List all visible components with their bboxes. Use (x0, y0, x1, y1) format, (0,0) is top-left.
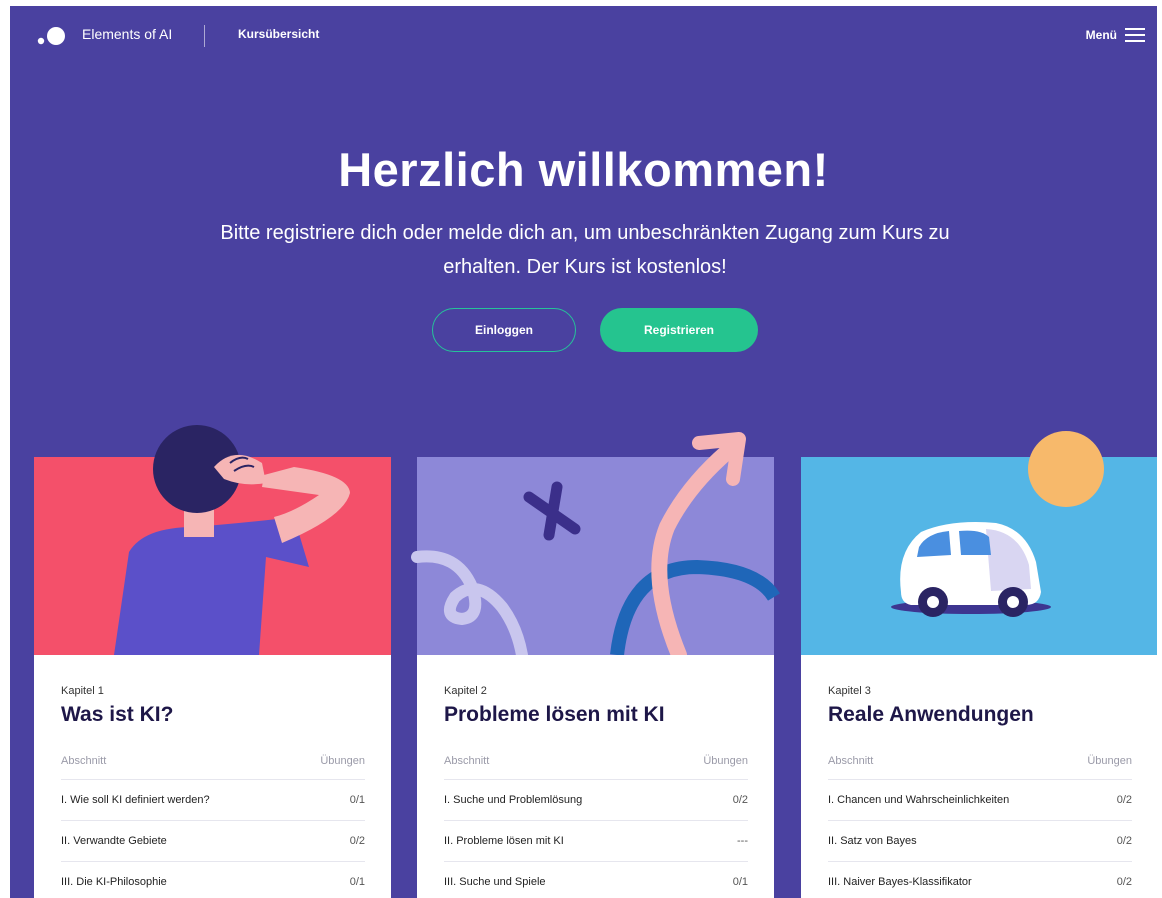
register-button[interactable]: Registrieren (600, 308, 758, 352)
chapter-1-body: Kapitel 1 Was ist KI? Abschnitt Übungen … (34, 655, 391, 898)
page: Elements of AI Kursübersicht Menü Herzli… (10, 6, 1157, 898)
exercise-count: 0/1 (349, 876, 365, 888)
section-row[interactable]: I. Suche und Problemlösung 0/2 (444, 780, 748, 821)
hero-subtitle-line-2: erhalten. Der Kurs ist kostenlos! (443, 256, 727, 278)
chapter-2-body: Kapitel 2 Probleme lösen mit KI Abschnit… (417, 655, 774, 898)
chapter-card-3[interactable]: Kapitel 3 Reale Anwendungen Abschnitt Üb… (801, 431, 1157, 898)
section-title: II. Satz von Bayes (828, 835, 917, 847)
chapter-1-table-header: Abschnitt Übungen (61, 755, 365, 780)
section-title: II. Verwandte Gebiete (61, 835, 167, 847)
login-button[interactable]: Einloggen (432, 308, 576, 352)
section-row[interactable]: I. Chancen und Wahrscheinlichkeiten 0/2 (828, 780, 1132, 821)
exercise-count: --- (737, 835, 748, 847)
chapter-3-label: Kapitel 3 (828, 685, 871, 697)
section-row[interactable]: III. Naiver Bayes-Klassifikator 0/2 (828, 862, 1132, 898)
header-divider (204, 25, 205, 47)
hero-subtitle-line-1: Bitte registriere dich oder melde dich a… (220, 222, 950, 244)
exercise-count: 0/2 (1116, 876, 1132, 888)
column-header-section: Abschnitt (61, 755, 107, 767)
section-row[interactable]: II. Satz von Bayes 0/2 (828, 821, 1132, 862)
section-row[interactable]: III. Die KI-Philosophie 0/1 (61, 862, 365, 898)
section-title: III. Naiver Bayes-Klassifikator (828, 876, 972, 888)
section-row[interactable]: II. Verwandte Gebiete 0/2 (61, 821, 365, 862)
section-row[interactable]: III. Suche und Spiele 0/1 (444, 862, 748, 898)
column-header-exercises: Übungen (1087, 755, 1132, 767)
column-header-section: Abschnitt (444, 755, 490, 767)
hamburger-icon (1125, 28, 1145, 42)
menu-label: Menü (1085, 28, 1117, 42)
chapter-card-2[interactable]: Kapitel 2 Probleme lösen mit KI Abschnit… (411, 432, 780, 898)
column-header-exercises: Übungen (703, 755, 748, 767)
chapter-2-illustration (411, 432, 780, 663)
exercise-count: 0/1 (732, 876, 748, 888)
elements-of-ai-logo-icon[interactable] (36, 25, 76, 47)
chapter-1-illustration (34, 425, 391, 655)
chapter-card-1[interactable]: Kapitel 1 Was ist KI? Abschnitt Übungen … (34, 425, 391, 898)
section-title: I. Wie soll KI definiert werden? (61, 794, 210, 806)
exercise-count: 0/2 (349, 835, 365, 847)
section-title: I. Chancen und Wahrscheinlichkeiten (828, 794, 1010, 806)
section-title: I. Suche und Problemlösung (444, 794, 583, 806)
chapter-3-illustration (801, 431, 1157, 655)
chapter-3-table-header: Abschnitt Übungen (828, 755, 1132, 780)
exercise-count: 0/2 (1116, 835, 1132, 847)
brand-name[interactable]: Elements of AI (82, 26, 172, 42)
column-header-exercises: Übungen (320, 755, 365, 767)
chapter-2-table-header: Abschnitt Übungen (444, 755, 748, 780)
chapter-1-label: Kapitel 1 (61, 685, 104, 697)
exercise-count: 0/2 (1116, 794, 1132, 806)
section-row[interactable]: II. Probleme lösen mit KI --- (444, 821, 748, 862)
column-header-section: Abschnitt (828, 755, 874, 767)
chapter-2-title[interactable]: Probleme lösen mit KI (444, 703, 665, 727)
chapter-1-title[interactable]: Was ist KI? (61, 703, 173, 727)
chapter-2-label: Kapitel 2 (444, 685, 487, 697)
hero-title: Herzlich willkommen! (338, 143, 829, 196)
chapter-3-body: Kapitel 3 Reale Anwendungen Abschnitt Üb… (801, 655, 1157, 898)
exercise-count: 0/2 (732, 794, 748, 806)
section-title: III. Die KI-Philosophie (61, 876, 167, 888)
exercise-count: 0/1 (349, 794, 365, 806)
section-row[interactable]: I. Wie soll KI definiert werden? 0/1 (61, 780, 365, 821)
nav-course-overview[interactable]: Kursübersicht (238, 27, 319, 41)
section-title: II. Probleme lösen mit KI (444, 835, 564, 847)
menu-button[interactable]: Menü (1086, 22, 1145, 48)
hero-subtitle: Bitte registriere dich oder melde dich a… (150, 216, 1020, 284)
top-bar: Elements of AI Kursübersicht Menü (10, 6, 1157, 64)
section-title: III. Suche und Spiele (444, 876, 546, 888)
chapter-3-title[interactable]: Reale Anwendungen (828, 703, 1034, 727)
